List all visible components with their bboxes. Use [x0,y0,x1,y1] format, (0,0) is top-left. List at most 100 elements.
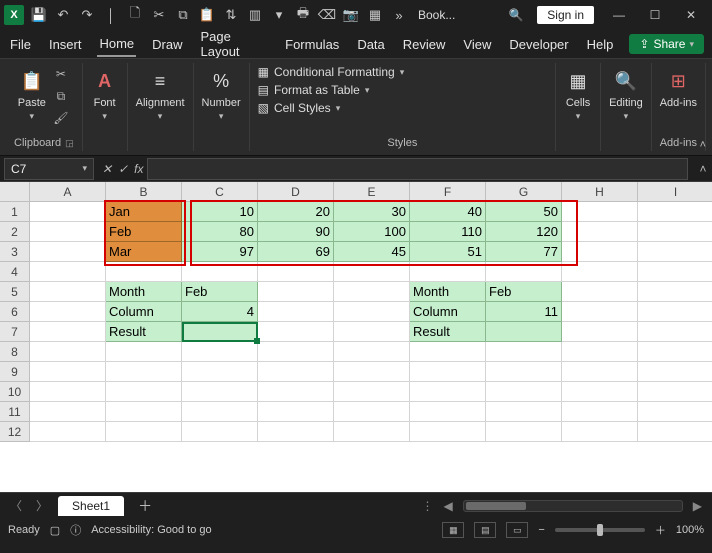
cell-G4[interactable] [486,262,562,282]
form-icon[interactable]: ▦ [364,4,386,26]
cell-F8[interactable] [410,342,486,362]
cell-I8[interactable] [638,342,712,362]
cell-C7[interactable] [182,322,258,342]
cell-H3[interactable] [562,242,638,262]
row-header-7[interactable]: 7 [0,322,30,342]
cell-G1[interactable]: 50 [486,202,562,222]
cell-E7[interactable] [334,322,410,342]
cell-D9[interactable] [258,362,334,382]
column-header-b[interactable]: B [106,182,182,202]
view-page-break-button[interactable]: ▭ [506,522,528,538]
row-header-2[interactable]: 2 [0,222,30,242]
cell-E10[interactable] [334,382,410,402]
maximize-button[interactable]: ☐ [638,1,672,29]
cell-B7[interactable]: Result [106,322,182,342]
row-header-3[interactable]: 3 [0,242,30,262]
row-header-9[interactable]: 9 [0,362,30,382]
fx-icon[interactable]: fx [134,162,143,176]
select-all-corner[interactable] [0,182,30,202]
cell-H8[interactable] [562,342,638,362]
accessibility-icon[interactable]: ⓘ [70,522,81,538]
row-header-5[interactable]: 5 [0,282,30,302]
row-header-10[interactable]: 10 [0,382,30,402]
cell-H6[interactable] [562,302,638,322]
cell-A9[interactable] [30,362,106,382]
cell-D2[interactable]: 90 [258,222,334,242]
menu-insert[interactable]: Insert [47,33,84,56]
cell-B4[interactable] [106,262,182,282]
cell-E6[interactable] [334,302,410,322]
cut-button[interactable]: ✂ [52,67,70,85]
enter-formula-icon[interactable]: ✓ [118,162,128,176]
cell-C12[interactable] [182,422,258,442]
ribbon-collapse-button[interactable]: ˄ [700,139,706,151]
minimize-button[interactable]: — [602,1,636,29]
column-header-c[interactable]: C [182,182,258,202]
row-header-6[interactable]: 6 [0,302,30,322]
cell-G7[interactable] [486,322,562,342]
cell-I5[interactable] [638,282,712,302]
formula-bar-expand-icon[interactable]: ˄ [694,162,712,176]
menu-help[interactable]: Help [585,33,616,56]
font-button[interactable]: A Font ▾ [91,63,119,122]
conditional-formatting-button[interactable]: ▦Conditional Formatting▾ [258,65,405,79]
cell-D4[interactable] [258,262,334,282]
cell-B8[interactable] [106,342,182,362]
editing-button[interactable]: 🔍 Editing ▾ [609,63,643,122]
cell-I2[interactable] [638,222,712,242]
menu-formulas[interactable]: Formulas [283,33,341,56]
sheet-nav-next[interactable]: 〉 [32,497,52,514]
sheet-nav-prev[interactable]: 〈 [6,497,26,514]
cell-A3[interactable] [30,242,106,262]
cell-I10[interactable] [638,382,712,402]
sheet-tab[interactable]: Sheet1 [58,496,124,516]
cell-F7[interactable]: Result [410,322,486,342]
menu-data[interactable]: Data [355,33,386,56]
view-page-layout-button[interactable]: ▤ [474,522,496,538]
cell-H9[interactable] [562,362,638,382]
cell-I3[interactable] [638,242,712,262]
cell-C9[interactable] [182,362,258,382]
cell-D10[interactable] [258,382,334,402]
cell-E3[interactable]: 45 [334,242,410,262]
cell-C6[interactable]: 4 [182,302,258,322]
column-header-f[interactable]: F [410,182,486,202]
clear-icon[interactable]: ⌫ [316,4,338,26]
menu-draw[interactable]: Draw [150,33,184,56]
search-icon[interactable]: 🔍 [503,8,529,22]
cell-I11[interactable] [638,402,712,422]
spreadsheet-grid[interactable]: ABCDEFGHI 123456789101112 Jan1020304050F… [0,182,712,492]
dialog-launcher-icon[interactable]: ◲ [65,138,74,148]
cell-G10[interactable] [486,382,562,402]
number-button[interactable]: % Number ▾ [202,63,241,122]
cell-I1[interactable] [638,202,712,222]
row-header-12[interactable]: 12 [0,422,30,442]
cell-F4[interactable] [410,262,486,282]
cut-icon[interactable]: ✂ [148,4,170,26]
hscroll-right[interactable]: ▶ [689,499,706,513]
menu-view[interactable]: View [461,33,493,56]
cell-A12[interactable] [30,422,106,442]
camera-icon[interactable]: 📷 [340,4,362,26]
row-header-8[interactable]: 8 [0,342,30,362]
cell-C11[interactable] [182,402,258,422]
copy-button[interactable]: ⧉ [52,89,70,107]
cell-B1[interactable]: Jan [106,202,182,222]
cell-F11[interactable] [410,402,486,422]
cell-B5[interactable]: Month [106,282,182,302]
tab-scroll-options-icon[interactable]: ⋮ [422,499,434,513]
column-header-g[interactable]: G [486,182,562,202]
cell-E9[interactable] [334,362,410,382]
cell-F3[interactable]: 51 [410,242,486,262]
share-button[interactable]: ⇪Share▾ [629,34,704,54]
cell-A11[interactable] [30,402,106,422]
cell-G11[interactable] [486,402,562,422]
accessibility-status[interactable]: Accessibility: Good to go [91,524,211,536]
document-title[interactable]: Book... [418,8,455,22]
cell-A8[interactable] [30,342,106,362]
cell-E5[interactable] [334,282,410,302]
cell-H12[interactable] [562,422,638,442]
cell-G6[interactable]: 11 [486,302,562,322]
cell-G12[interactable] [486,422,562,442]
cell-F10[interactable] [410,382,486,402]
